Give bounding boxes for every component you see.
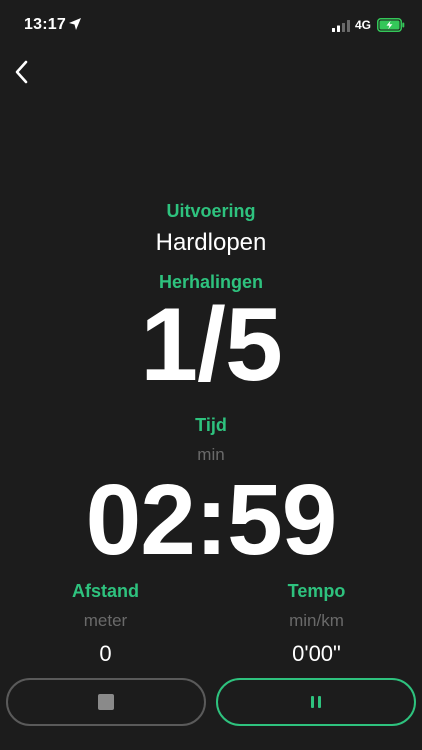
time-unit: min: [197, 445, 225, 464]
repetitions-value: 1/5: [140, 287, 283, 403]
pause-icon: [311, 696, 321, 708]
execution-value: Hardlopen: [155, 229, 267, 256]
time-value: 02:59: [85, 464, 338, 576]
network-type: 4G: [355, 18, 372, 32]
signal-bars-icon: [332, 20, 350, 32]
pace-unit: min/km: [289, 611, 344, 630]
stop-icon: [98, 694, 114, 710]
pause-button[interactable]: [216, 678, 416, 726]
chevron-left-icon: [15, 60, 28, 84]
execution-label: Uitvoering: [166, 201, 256, 221]
distance-unit: meter: [83, 611, 128, 630]
pace-value: 0'00": [292, 641, 341, 666]
time-label: Tijd: [195, 415, 227, 435]
battery-charging-icon: [377, 18, 405, 32]
stop-button[interactable]: [6, 678, 206, 726]
status-bar: 13:17 4G: [0, 0, 422, 50]
distance-value: 0: [99, 641, 112, 666]
status-time: 13:17: [24, 16, 66, 33]
pace-label: Tempo: [287, 581, 346, 601]
location-arrow-icon: [69, 18, 81, 30]
back-button[interactable]: [4, 54, 40, 90]
distance-label: Afstand: [72, 581, 139, 601]
